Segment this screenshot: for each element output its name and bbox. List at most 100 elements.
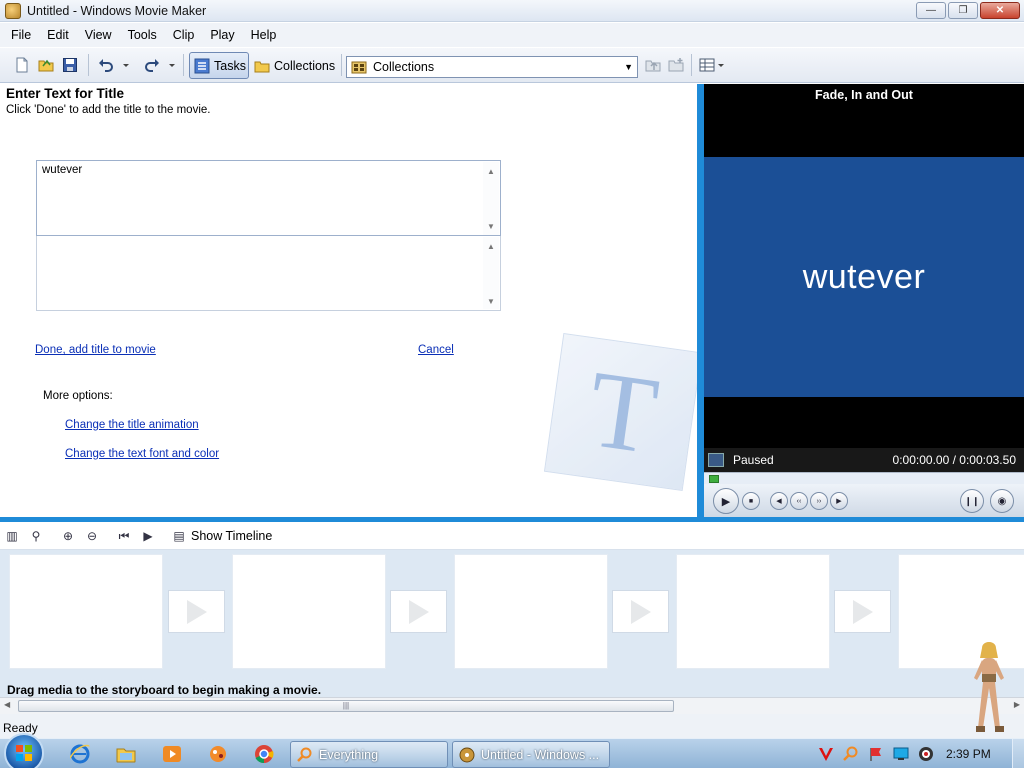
playback-status: Paused [733,453,774,467]
taskbar-movie-maker-button[interactable]: Untitled - Windows ... [452,741,610,768]
split-clip-button[interactable]: ❙❙ [960,489,984,513]
menu-edit[interactable]: Edit [47,28,69,42]
show-desktop-button[interactable] [1012,739,1024,768]
pane-hint: Click 'Done' to add the title to the mov… [6,104,211,116]
show-timeline-button[interactable]: Show Timeline [191,529,272,543]
scroll-down-icon[interactable]: ▼ [487,297,495,306]
search-tray-icon[interactable] [843,746,859,762]
transition-slot[interactable] [390,590,447,633]
paint-shop-icon[interactable] [208,744,228,764]
scroll-up-icon[interactable]: ▲ [487,167,495,176]
taskbar-button-label: Everything [319,747,379,762]
menu-view[interactable]: View [85,28,112,42]
change-title-animation-link[interactable]: Change the title animation [65,419,199,431]
taskbar: Everything Untitled - Windows ... 2:39 P… [0,733,1024,768]
narrate-microphone-icon[interactable]: ⚲ [28,528,44,544]
previous-frame-button[interactable]: ◀ [770,492,788,510]
internet-explorer-icon[interactable] [70,744,90,764]
minimize-button[interactable]: — [916,2,946,19]
views-dropdown-icon[interactable] [716,57,726,73]
collections-select-value: Collections [373,60,435,74]
menu-tools[interactable]: Tools [128,28,157,42]
done-add-title-link[interactable]: Done, add title to movie [35,344,156,356]
forward-button[interactable]: ›› [810,492,828,510]
action-center-flag-icon[interactable] [868,746,884,762]
new-project-icon[interactable] [14,57,30,73]
playback-time: 0:00:00.00 / 0:00:03.50 [892,453,1016,467]
open-project-icon[interactable] [38,57,54,73]
title-input-scrollbar[interactable]: ▲ ▼ [483,162,499,235]
tasks-label: Tasks [214,58,246,73]
up-one-level-icon[interactable] [645,57,661,73]
stop-button[interactable]: ■ [742,492,760,510]
new-collection-folder-icon[interactable] [668,57,684,73]
take-picture-button[interactable]: ◉ [990,489,1014,513]
network-tray-icon[interactable] [893,746,909,762]
window-title: Untitled - Windows Movie Maker [27,3,207,18]
pane-splitter[interactable] [697,84,704,517]
tasks-button[interactable]: Tasks [189,52,249,79]
taskbar-clock[interactable]: 2:39 PM [946,747,991,761]
start-button[interactable] [4,733,44,768]
transition-slot[interactable] [168,590,225,633]
video-title-text: wutever [802,257,926,296]
redo-icon[interactable] [144,57,160,73]
play-button[interactable]: ▶ [713,488,739,514]
menu-play[interactable]: Play [210,28,234,42]
zoom-out-icon[interactable]: ⊖ [84,528,100,544]
seek-bar[interactable] [704,472,1024,484]
scroll-right-icon[interactable]: ▶ [1014,700,1020,709]
chrome-icon[interactable] [254,744,274,764]
undo-dropdown-icon[interactable] [121,57,131,73]
collections-dropdown[interactable]: Collections ▼ [346,56,638,78]
restore-button[interactable]: ❐ [948,2,978,19]
skip-back-icon: ◀ [776,498,782,505]
scroll-up-icon[interactable]: ▲ [487,242,495,251]
subtitle-input-scrollbar[interactable]: ▲ ▼ [483,237,499,309]
windows-logo-icon [16,745,32,761]
collections-button[interactable]: Collections [252,52,337,79]
clip-slot[interactable] [232,554,386,669]
menu-clip[interactable]: Clip [173,28,195,42]
volume-tray-icon[interactable] [918,746,934,762]
scrollbar-thumb[interactable]: ||| [18,700,674,712]
play-storyboard-icon[interactable]: ▶ [140,528,156,544]
views-icon[interactable] [699,57,715,73]
timeline-icon[interactable]: ▤ [171,528,187,544]
windows-explorer-icon[interactable] [116,744,136,764]
media-player-icon[interactable] [162,744,182,764]
menu-help[interactable]: Help [251,28,277,42]
folder-icon [254,61,270,72]
clip-slot[interactable] [9,554,163,669]
scroll-down-icon[interactable]: ▼ [487,222,495,231]
movie-maker-app-icon[interactable] [5,2,21,19]
subtitle-text-input[interactable] [36,236,501,311]
seek-thumb[interactable] [709,475,719,483]
redo-dropdown-icon[interactable] [167,57,177,73]
change-font-color-link[interactable]: Change the text font and color [65,448,219,460]
undo-icon[interactable] [98,57,114,73]
set-audio-levels-icon[interactable]: ▥ [4,528,20,544]
menu-bar: File Edit View Tools Clip Play Help [0,23,1024,47]
rewind-button[interactable]: ‹‹ [790,492,808,510]
desktop-mascot-figure[interactable] [968,640,1010,738]
save-project-icon[interactable] [62,57,78,73]
transition-slot[interactable] [834,590,891,633]
chevron-down-icon[interactable]: ▼ [624,62,633,72]
clip-slot[interactable] [454,554,608,669]
preview-monitor: Fade, In and Out wutever Paused 0:00:00.… [704,84,1024,517]
scroll-left-icon[interactable]: ◀ [4,700,10,709]
taskbar-everything-button[interactable]: Everything [290,741,448,768]
title-text-input[interactable] [36,160,501,236]
menu-file[interactable]: File [11,28,31,42]
storyboard-scrollbar[interactable]: ◀ ||| ▶ [0,697,1024,714]
antivirus-tray-icon[interactable] [818,746,834,762]
cancel-link[interactable]: Cancel [418,344,454,356]
clip-slot[interactable] [676,554,830,669]
transition-slot[interactable] [612,590,669,633]
rewind-storyboard-icon[interactable]: ⏮ [116,528,132,544]
next-frame-button[interactable]: ▶ [830,492,848,510]
close-button[interactable]: ✕ [980,2,1020,19]
storyboard: Drag media to the storyboard to begin ma… [0,550,1024,697]
zoom-in-icon[interactable]: ⊕ [60,528,76,544]
